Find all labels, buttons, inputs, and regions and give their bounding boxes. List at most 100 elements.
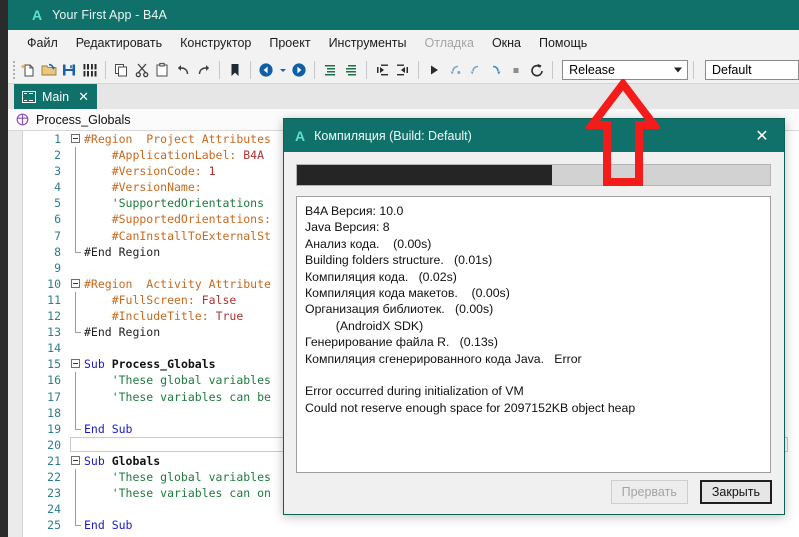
stop-icon[interactable]	[507, 59, 526, 81]
fold-collapse-icon[interactable]	[70, 131, 82, 147]
log-line: Компиляция сгенерированного кода Java. E…	[305, 351, 762, 367]
menu-item-tools[interactable]: Инструменты	[320, 32, 416, 54]
line-number: 19	[23, 421, 70, 437]
menu-item-designer[interactable]: Конструктор	[171, 32, 260, 54]
outdent-block-icon[interactable]	[342, 59, 361, 81]
fold-guide	[70, 485, 82, 501]
build-mode-value: Release	[569, 63, 615, 77]
debug-step-over-icon[interactable]	[466, 59, 485, 81]
code-token: 'These global variables	[84, 373, 271, 387]
navigate-back-dropdown-icon[interactable]	[278, 59, 288, 81]
open-folder-icon[interactable]	[40, 59, 59, 81]
code-text: End Sub	[82, 421, 132, 437]
code-token: True	[216, 309, 244, 323]
line-number: 15	[23, 356, 70, 372]
dialog-body: B4A Версия: 10.0Java Версия: 8Анализ код…	[284, 152, 784, 514]
undo-icon[interactable]	[174, 59, 193, 81]
toolbar-grip[interactable]	[11, 61, 16, 79]
code-text: #VersionCode: 1	[82, 163, 216, 179]
refresh-icon[interactable]	[528, 59, 547, 81]
code-token: End Sub	[84, 518, 132, 532]
code-text: 'SupportedOrientations	[82, 195, 264, 211]
copy-icon[interactable]	[112, 59, 131, 81]
code-text	[82, 340, 84, 356]
fold-guide	[70, 517, 82, 533]
fold-collapse-icon[interactable]	[70, 276, 82, 292]
window-title: Your First App - B4A	[52, 8, 167, 22]
line-number: 11	[23, 292, 70, 308]
log-line: Could not reserve enough space for 20971…	[305, 400, 762, 416]
menu-item-edit[interactable]: Редактировать	[67, 32, 171, 54]
window-titlebar: A Your First App - B4A	[8, 0, 799, 30]
line-number: 9	[23, 260, 70, 276]
navigate-back-icon[interactable]	[257, 59, 276, 81]
line-number: 2	[23, 147, 70, 163]
save-all-icon[interactable]	[81, 59, 100, 81]
log-line: Java Версия: 8	[305, 219, 762, 235]
toolbar-separator	[105, 61, 106, 79]
line-number: 24	[23, 501, 70, 517]
code-text: End Sub	[82, 517, 132, 533]
window-left-edge	[0, 0, 8, 537]
cut-icon[interactable]	[133, 59, 152, 81]
menu-item-help[interactable]: Помощь	[530, 32, 596, 54]
close-button[interactable]: Закрыть	[700, 480, 772, 504]
indent-block-icon[interactable]	[321, 59, 340, 81]
debug-step-out-icon[interactable]	[487, 59, 506, 81]
code-text	[82, 501, 84, 517]
new-file-icon[interactable]	[19, 59, 38, 81]
decrease-indent-icon[interactable]	[394, 59, 413, 81]
chevron-down-icon	[674, 67, 682, 72]
tab-main[interactable]: Main ✕	[14, 84, 97, 109]
build-configuration-value: Default	[712, 63, 752, 77]
code-text: #IncludeTitle: True	[82, 308, 243, 324]
line-number: 18	[23, 405, 70, 421]
line-number: 4	[23, 179, 70, 195]
build-mode-select[interactable]: Release	[562, 60, 688, 80]
code-text	[82, 260, 84, 276]
dialog-titlebar: A Компиляция (Build: Default) ✕	[284, 119, 784, 152]
code-token: B4A	[243, 148, 264, 162]
redo-icon[interactable]	[194, 59, 213, 81]
fold-guide	[70, 260, 82, 276]
fold-guide	[70, 421, 82, 437]
navigate-forward-icon[interactable]	[290, 59, 309, 81]
toolbar-separator	[366, 61, 367, 79]
run-icon[interactable]	[425, 59, 444, 81]
progress-fill	[297, 165, 552, 185]
code-text	[82, 405, 84, 421]
log-line: Error occurred during initialization of …	[305, 383, 762, 399]
increase-indent-icon[interactable]	[373, 59, 392, 81]
fold-guide	[70, 324, 82, 340]
log-line: Анализ кода. (0.00s)	[305, 236, 762, 252]
menu-item-project[interactable]: Проект	[260, 32, 319, 54]
menu-item-file[interactable]: Файл	[18, 32, 67, 54]
code-token: Globals	[112, 454, 160, 468]
code-line[interactable]: 25End Sub	[23, 517, 799, 533]
close-icon[interactable]: ✕	[78, 90, 89, 103]
code-token: Sub	[84, 357, 112, 371]
build-configuration-select[interactable]: Default	[705, 60, 799, 80]
fold-guide	[70, 372, 82, 388]
log-line: Building folders structure. (0.01s)	[305, 252, 762, 268]
menu-item-windows[interactable]: Окна	[483, 32, 530, 54]
code-token: 'These variables can on	[84, 486, 271, 500]
fold-collapse-icon[interactable]	[70, 356, 82, 372]
dialog-title: Компиляция (Build: Default)	[314, 129, 472, 143]
line-number: 8	[23, 244, 70, 260]
fold-guide	[70, 163, 82, 179]
fold-collapse-icon[interactable]	[70, 453, 82, 469]
compilation-log[interactable]: B4A Версия: 10.0Java Версия: 8Анализ код…	[296, 196, 771, 473]
toolbar-separator	[250, 61, 251, 79]
save-icon[interactable]	[60, 59, 79, 81]
debug-step-into-icon[interactable]	[446, 59, 465, 81]
paste-icon[interactable]	[153, 59, 172, 81]
code-token: #End Region	[84, 245, 160, 259]
code-token: #FullScreen:	[84, 293, 202, 307]
line-number: 1	[23, 131, 70, 147]
bookmark-icon[interactable]	[226, 59, 245, 81]
close-icon[interactable]: ✕	[740, 119, 784, 152]
line-number: 16	[23, 372, 70, 388]
code-token: Process_Globals	[112, 357, 216, 371]
menu-item-debug: Отладка	[416, 32, 483, 54]
